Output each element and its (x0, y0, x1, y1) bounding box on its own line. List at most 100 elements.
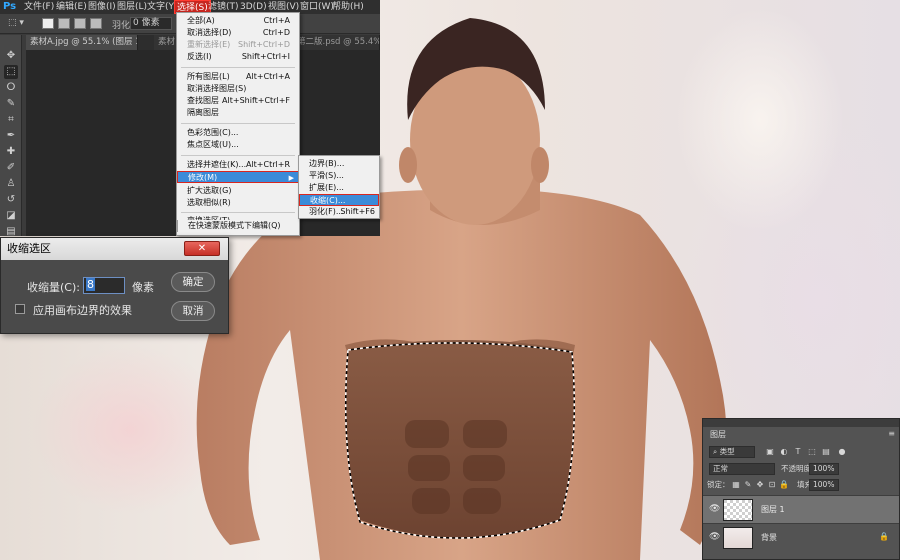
blend-mode-select[interactable]: 正常 (709, 463, 775, 475)
menu-file[interactable]: 文件(F) (24, 0, 54, 14)
menu-item-deselect-layers[interactable]: 取消选择图层(S) (177, 83, 299, 95)
menu-item-shortcut: Ctrl+D (262, 28, 290, 37)
lock-artboard-icon[interactable]: ⊡ (767, 480, 777, 490)
menu-item-shortcut: Shift+Ctrl+D (238, 40, 290, 49)
menu-item-label: 所有图层(L) (187, 72, 230, 81)
menu-image[interactable]: 图像(I) (88, 0, 116, 14)
menu-window[interactable]: 窗口(W) (300, 0, 334, 14)
menu-item-find-layers[interactable]: 查找图层 Alt+Shift+Ctrl+F (177, 95, 299, 107)
menu-item-modify[interactable]: 修改(M) ▶ (177, 171, 299, 183)
eyedropper-tool-icon[interactable]: ✒ (4, 129, 18, 143)
menu-item-label: 重新选择(E) (187, 40, 231, 49)
menu-item-all[interactable]: 全部(A) Ctrl+A (177, 15, 299, 27)
fill-input[interactable]: 100% (809, 479, 839, 491)
history-brush-tool-icon[interactable]: ↺ (4, 193, 18, 207)
eraser-tool-icon[interactable]: ◪ (4, 209, 18, 223)
move-tool-icon[interactable]: ✥ (4, 49, 18, 63)
submenu-item-contract[interactable]: 收缩(C)... (299, 194, 379, 206)
cancel-button[interactable]: 取消 (171, 301, 215, 321)
add-to-selection-button[interactable] (58, 18, 70, 29)
menu-item-focus-area[interactable]: 焦点区域(U)... (177, 139, 299, 151)
layer-name: 图层 1 (761, 505, 785, 514)
opacity-input[interactable]: 100% (809, 463, 839, 475)
healing-brush-tool-icon[interactable]: ✚ (4, 145, 18, 159)
menu-item-quick-mask[interactable]: 在快速蒙版模式下编辑(Q) (177, 220, 299, 232)
layer-thumbnail (723, 499, 753, 521)
lock-position-icon[interactable]: ✥ (755, 480, 765, 490)
menu-item-isolate-layers[interactable]: 隔离图层 (177, 107, 299, 119)
contract-amount-input[interactable]: 8 (83, 277, 125, 294)
menu-item-label: 选取相似(R) (187, 198, 231, 207)
shape-filter-icon[interactable]: ⬚ (807, 447, 817, 457)
intersect-selection-button[interactable] (90, 18, 102, 29)
adjustment-filter-icon[interactable]: ◐ (779, 447, 789, 457)
visibility-eye-icon[interactable]: 👁 (709, 504, 720, 514)
menu-item-label: 选择并遮住(K)... (187, 160, 247, 169)
layer-row[interactable]: 👁 图层 1 (703, 495, 899, 523)
checkbox-label: 应用画布边界的效果 (33, 304, 132, 317)
menu-item-shortcut: Alt+Shift+Ctrl+F (222, 96, 290, 105)
lock-all-icon[interactable]: 🔒 (779, 480, 789, 490)
menu-item-shortcut: Shift+F6 (340, 207, 375, 216)
lock-image-icon[interactable]: ✎ (743, 480, 753, 490)
menu-item-label: 收缩(C)... (310, 196, 346, 205)
pixel-filter-icon[interactable]: ▣ (765, 447, 775, 457)
tab-document-active[interactable]: 素材A.jpg @ 55.1% (图层 1, RGB/8) * (26, 35, 138, 50)
menu-item-all-layers[interactable]: 所有图层(L) Alt+Ctrl+A (177, 71, 299, 83)
crop-tool-icon[interactable]: ⌗ (4, 113, 18, 127)
submenu-item-feather[interactable]: 羽化(F)... Shift+F6 (299, 206, 379, 218)
menu-item-label: 平滑(S)... (309, 171, 344, 180)
layer-row[interactable]: 👁 背景 🔒 (703, 523, 899, 551)
type-filter-icon[interactable]: T (793, 447, 803, 457)
menu-item-label: 取消选择(D) (187, 28, 232, 37)
menu-item-label: 查找图层 (187, 96, 219, 105)
menu-item-grow[interactable]: 扩大选取(G) (177, 185, 299, 197)
menu-item-label: 反选(I) (187, 52, 212, 61)
panel-menu-icon[interactable]: ≡ (888, 429, 895, 438)
menu-layer[interactable]: 图层(L) (117, 0, 147, 14)
lasso-tool-icon[interactable]: ⵔ (4, 81, 18, 95)
menu-item-color-range[interactable]: 色彩范围(C)... (177, 127, 299, 139)
quick-select-tool-icon[interactable]: ✎ (4, 97, 18, 111)
brush-tool-icon[interactable]: ✐ (4, 161, 18, 175)
menu-item-select-and-mask[interactable]: 选择并遮住(K)... Alt+Ctrl+R (177, 159, 299, 171)
menu-help[interactable]: 帮助(H) (332, 0, 364, 14)
tab-layers[interactable]: 图层 (706, 428, 730, 442)
menu-item-label: 在快速蒙版模式下编辑(Q) (188, 221, 281, 230)
submenu-item-border[interactable]: 边界(B)... (299, 158, 379, 170)
ok-button[interactable]: 确定 (171, 272, 215, 292)
menu-edit[interactable]: 编辑(E) (56, 0, 87, 14)
search-icon: ⌕ (713, 447, 720, 456)
new-selection-button[interactable] (42, 18, 54, 29)
tools-panel: ✥ ⬚ ⵔ ✎ ⌗ ✒ ✚ ✐ ♙ ↺ ◪ ▤ (0, 35, 22, 237)
lock-transparent-icon[interactable]: ▦ (731, 480, 741, 490)
panel-header-strip (703, 419, 899, 427)
smart-object-filter-icon[interactable]: ▤ (821, 447, 831, 457)
blend-row: 正常 不透明度： 100% (703, 463, 899, 479)
menu-item-deselect[interactable]: 取消选择(D) Ctrl+D (177, 27, 299, 39)
close-button[interactable]: ✕ (184, 241, 220, 256)
filter-toggle-icon[interactable]: ● (837, 447, 847, 457)
apply-canvas-bounds-checkbox[interactable] (15, 304, 25, 314)
submenu-item-expand[interactable]: 扩展(E)... (299, 182, 379, 194)
menu-type[interactable]: 文字(Y) (147, 0, 178, 14)
rect-marquee-tool-icon[interactable]: ⬚ (4, 65, 18, 79)
menu-item-label: 扩展(E)... (309, 183, 344, 192)
menu-item-inverse[interactable]: 反选(I) Shift+Ctrl+I (177, 51, 299, 63)
feather-input[interactable]: 0 像素 (130, 17, 172, 30)
submenu-item-smooth[interactable]: 平滑(S)... (299, 170, 379, 182)
select-menu-dropdown: 全部(A) Ctrl+A 取消选择(D) Ctrl+D 重新选择(E) Shift+C… (176, 12, 300, 236)
menu-item-shortcut: Ctrl+A (263, 16, 290, 25)
contract-amount-value: 8 (86, 278, 95, 291)
lock-row: 锁定： ▦ ✎ ✥ ⊡ 🔒 填充： 100% (703, 479, 899, 495)
dialog-title-text: 收缩选区 (7, 242, 51, 255)
visibility-eye-icon[interactable]: 👁 (709, 532, 720, 542)
menu-item-similar[interactable]: 选取相似(R) (177, 197, 299, 209)
clone-stamp-tool-icon[interactable]: ♙ (4, 177, 18, 191)
filter-kind-select[interactable]: ⌕ 类型 (709, 446, 755, 458)
subtract-selection-button[interactable] (74, 18, 86, 29)
menu-separator (181, 212, 295, 213)
menu-item-label: 边界(B)... (309, 159, 345, 168)
filter-kind-value: 类型 (719, 447, 735, 456)
marquee-tool-icon[interactable]: ⬚ ▾ (8, 18, 24, 28)
